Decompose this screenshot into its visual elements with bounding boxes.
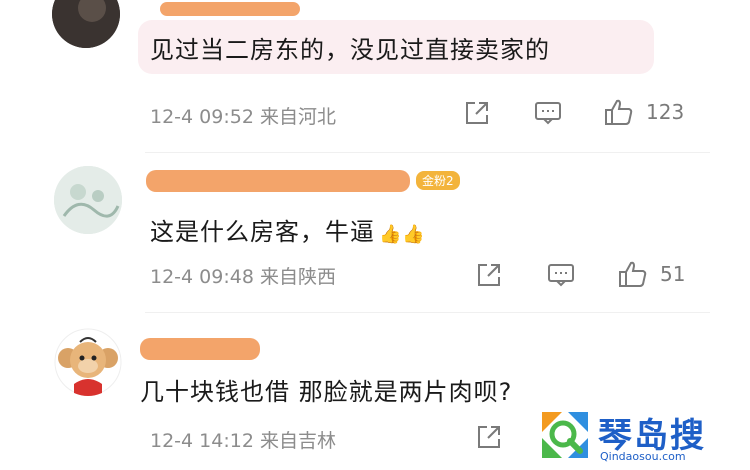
thumbs-up-icon [605,99,633,125]
avatar[interactable] [52,0,120,48]
divider [145,312,710,313]
like-count: 51 [660,262,686,286]
comment-meta: 12-4 09:48 来自陕西 [150,266,336,288]
comment-button[interactable] [547,263,575,287]
divider [145,152,710,153]
watermark-url: Qindaosou.com [600,450,686,463]
comment-button[interactable] [534,101,562,125]
comment-text-body: 这是什么房客，牛逼 [150,218,375,246]
username-redacted [140,338,260,360]
share-icon [466,102,488,124]
share-icon [478,426,500,448]
avatar[interactable] [54,328,122,396]
comment-text: 几十块钱也借 那脸就是两片肉呗? [140,378,513,406]
comment-meta: 12-4 09:52 来自河北 [150,106,336,128]
like-button[interactable]: 51 [618,260,685,288]
thumbs-up-icon [619,261,647,287]
share-button[interactable] [464,100,490,126]
share-button[interactable] [476,262,502,288]
watermark: 琴岛搜 Qindaosou.com [536,406,736,466]
username-redacted [160,2,300,16]
avatar[interactable] [54,166,122,234]
watermark-logo-icon [542,412,588,458]
like-count: 123 [646,100,685,124]
fan-badge: 金粉2 [416,171,460,190]
share-icon [478,264,500,286]
comment-meta: 12-4 14:12 来自吉林 [150,430,336,452]
username-redacted [146,170,410,192]
like-button[interactable]: 123 [604,98,684,126]
comment-icon [535,102,561,125]
comment-text: 见过当二房东的，没见过直接卖家的 [150,36,550,64]
comment-text: 这是什么房客，牛逼 👍👍 [150,212,426,247]
thumbs-up-emoji: 👍👍 [379,224,426,245]
comment-icon [548,264,574,287]
share-button[interactable] [476,424,502,450]
